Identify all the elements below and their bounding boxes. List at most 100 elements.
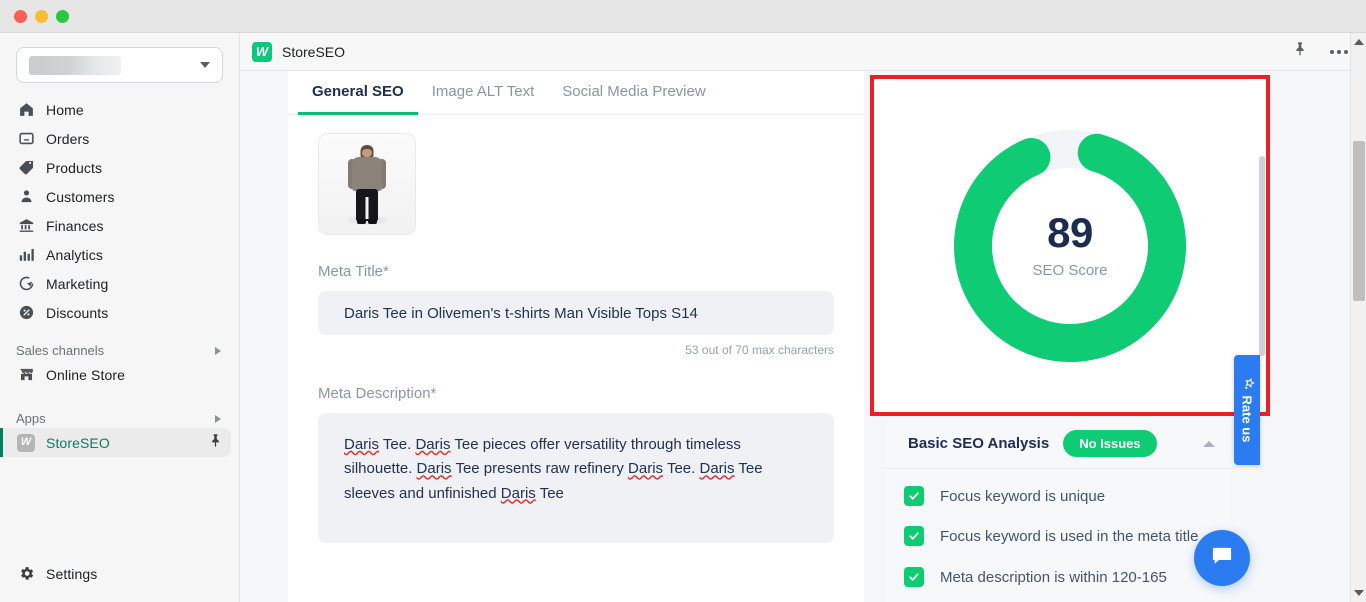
analysis-check-list: Focus keyword is unique Focus keyword is…	[886, 469, 1231, 589]
sidebar-item-label: Analytics	[46, 246, 103, 263]
sidebar-item-label: Online Store	[46, 366, 126, 383]
list-item-label: Focus keyword is used in the meta title	[940, 528, 1199, 546]
sidebar-item-customers[interactable]: Customers	[8, 182, 231, 211]
basic-seo-analysis-card: Basic SEO Analysis No Issues Focus keywo…	[886, 419, 1231, 602]
minimize-window-button[interactable]	[35, 10, 48, 23]
home-icon	[16, 100, 36, 120]
chat-bubble-icon	[1209, 543, 1235, 574]
storeseo-logo-icon: W	[16, 433, 36, 453]
sidebar-item-online-store[interactable]: Online Store	[8, 360, 231, 389]
tab-image-alt-text[interactable]: Image ALT Text	[418, 71, 549, 115]
gear-icon	[16, 564, 36, 584]
sidebar-item-label: Discounts	[46, 304, 109, 321]
list-item-label: Meta description is within 120-165	[940, 568, 1167, 586]
sidebar-item-label: Home	[46, 101, 84, 118]
chevron-up-icon[interactable]	[1203, 440, 1215, 447]
sidebar-item-settings[interactable]: Settings	[8, 559, 232, 588]
check-icon	[904, 486, 924, 506]
basic-seo-analysis-header[interactable]: Basic SEO Analysis No Issues	[886, 419, 1231, 469]
sidebar-item-finances[interactable]: Finances	[8, 211, 231, 240]
sidebar-item-products[interactable]: Products	[8, 153, 231, 182]
person-icon	[16, 187, 36, 207]
chevron-right-icon	[215, 414, 221, 423]
orders-inbox-icon	[16, 129, 36, 149]
bar-chart-icon	[16, 245, 36, 265]
pin-icon[interactable]	[208, 433, 223, 453]
sidebar-item-label: Settings	[46, 565, 98, 582]
list-item: Focus keyword is used in the meta title	[904, 525, 1213, 548]
storefront-icon	[16, 365, 36, 385]
analysis-title: Basic SEO Analysis	[908, 435, 1050, 452]
target-cursor-icon	[16, 274, 36, 294]
list-item-label: Focus keyword is unique	[940, 488, 1106, 505]
form-body: Meta Title* 53 out of 70 max characters …	[288, 115, 864, 543]
scroll-up-arrow-icon[interactable]	[1353, 39, 1364, 45]
status-badge[interactable]: No Issues	[1063, 430, 1157, 457]
tab-label: Social Media Preview	[562, 83, 706, 100]
more-options-icon[interactable]	[1326, 46, 1352, 58]
sales-channels-header[interactable]: Sales channels	[16, 343, 223, 358]
product-photo	[319, 134, 415, 234]
meta-title-input[interactable]	[318, 291, 834, 335]
tag-icon	[16, 158, 36, 178]
window-scrollbar[interactable]	[1350, 33, 1366, 602]
seo-tabs: General SEO Image ALT Text Social Media …	[288, 71, 864, 115]
sidebar-item-label: Customers	[46, 188, 115, 205]
pin-icon[interactable]	[1292, 41, 1308, 62]
sidebar-item-discounts[interactable]: Discounts	[8, 298, 231, 327]
meta-description-label: Meta Description*	[318, 385, 437, 402]
meta-description-input[interactable]: Daris Tee. Daris Tee pieces offer versat…	[318, 413, 834, 543]
app-title: StoreSEO	[282, 43, 346, 60]
store-name-redacted	[29, 55, 121, 75]
seo-form-card: General SEO Image ALT Text Social Media …	[288, 71, 864, 602]
sidebar-nav: Home Orders Products Customers Finances …	[0, 95, 239, 457]
close-window-button[interactable]	[14, 10, 27, 23]
tab-social-media-preview[interactable]: Social Media Preview	[548, 71, 719, 115]
sidebar-item-label: Marketing	[46, 275, 109, 292]
rate-us-label: Rate us	[1239, 395, 1255, 443]
app-header: W StoreSEO	[240, 33, 1366, 71]
window-scrollbar-thumb[interactable]	[1353, 141, 1365, 301]
seo-score-card: 89 SEO Score	[870, 75, 1270, 416]
rate-us-tab[interactable]: Rate us	[1234, 355, 1260, 465]
store-switcher[interactable]	[16, 47, 223, 83]
right-column: 89 SEO Score Basic SEO Analysis No Issue…	[862, 71, 1282, 602]
sidebar-settings-row: Settings	[0, 559, 240, 588]
discount-percent-icon	[16, 303, 36, 323]
sidebar-item-label: Orders	[46, 130, 90, 147]
star-sparkle-icon	[1239, 377, 1255, 391]
app-window: Home Orders Products Customers Finances …	[0, 0, 1366, 602]
rate-us-inner: Rate us	[1239, 377, 1255, 443]
sidebar-item-orders[interactable]: Orders	[8, 124, 231, 153]
sidebar-item-analytics[interactable]: Analytics	[8, 240, 231, 269]
header-actions	[1292, 41, 1352, 62]
zoom-window-button[interactable]	[56, 10, 69, 23]
chat-button[interactable]	[1194, 530, 1250, 586]
sidebar-item-label: StoreSEO	[46, 434, 110, 451]
main-panel: W StoreSEO General SEO Image ALT Text So…	[240, 33, 1366, 602]
panel-scrollbar-thumb[interactable]	[1259, 156, 1265, 356]
seo-score-gauge: 89 SEO Score	[954, 129, 1186, 362]
window-titlebar	[0, 0, 1366, 33]
storeseo-logo-mark: W	[255, 44, 269, 59]
scroll-down-arrow-icon[interactable]	[1353, 590, 1364, 596]
seo-score-center: 89 SEO Score	[954, 130, 1186, 362]
sidebar-item-storeseo[interactable]: W StoreSEO	[0, 428, 231, 457]
product-thumbnail	[318, 133, 416, 235]
sidebar-item-home[interactable]: Home	[8, 95, 231, 124]
sidebar-item-marketing[interactable]: Marketing	[8, 269, 231, 298]
list-item: Focus keyword is unique	[904, 485, 1213, 508]
sales-channels-title: Sales channels	[16, 343, 105, 358]
chevron-right-icon	[215, 346, 221, 355]
tab-general-seo[interactable]: General SEO	[298, 71, 418, 115]
meta-title-label: Meta Title*	[318, 263, 389, 280]
storeseo-logo-mark: W	[17, 433, 35, 452]
check-icon	[904, 566, 924, 587]
storeseo-logo-icon: W	[252, 41, 272, 62]
window-traffic-lights	[14, 10, 69, 23]
content-row: General SEO Image ALT Text Social Media …	[240, 71, 1366, 602]
sidebar: Home Orders Products Customers Finances …	[0, 33, 240, 602]
apps-header[interactable]: Apps	[16, 411, 223, 426]
seo-score-value: 89	[1047, 209, 1093, 256]
tab-label: Image ALT Text	[431, 83, 535, 100]
